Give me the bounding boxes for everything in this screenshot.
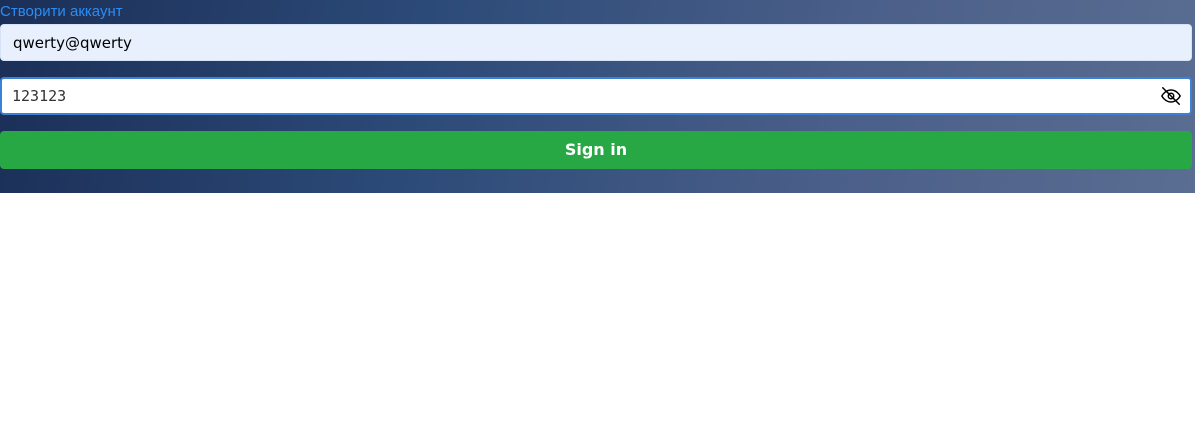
password-field-wrapper — [0, 77, 1192, 115]
email-field-wrapper — [0, 24, 1192, 61]
email-field[interactable] — [13, 25, 1173, 60]
eye-slash-icon[interactable] — [1160, 85, 1182, 107]
sign-in-button[interactable]: Sign in — [0, 131, 1192, 169]
login-panel: Створити аккаунт Sign in — [0, 0, 1195, 193]
create-account-link[interactable]: Створити аккаунт — [0, 2, 123, 21]
password-field[interactable] — [12, 79, 1132, 113]
